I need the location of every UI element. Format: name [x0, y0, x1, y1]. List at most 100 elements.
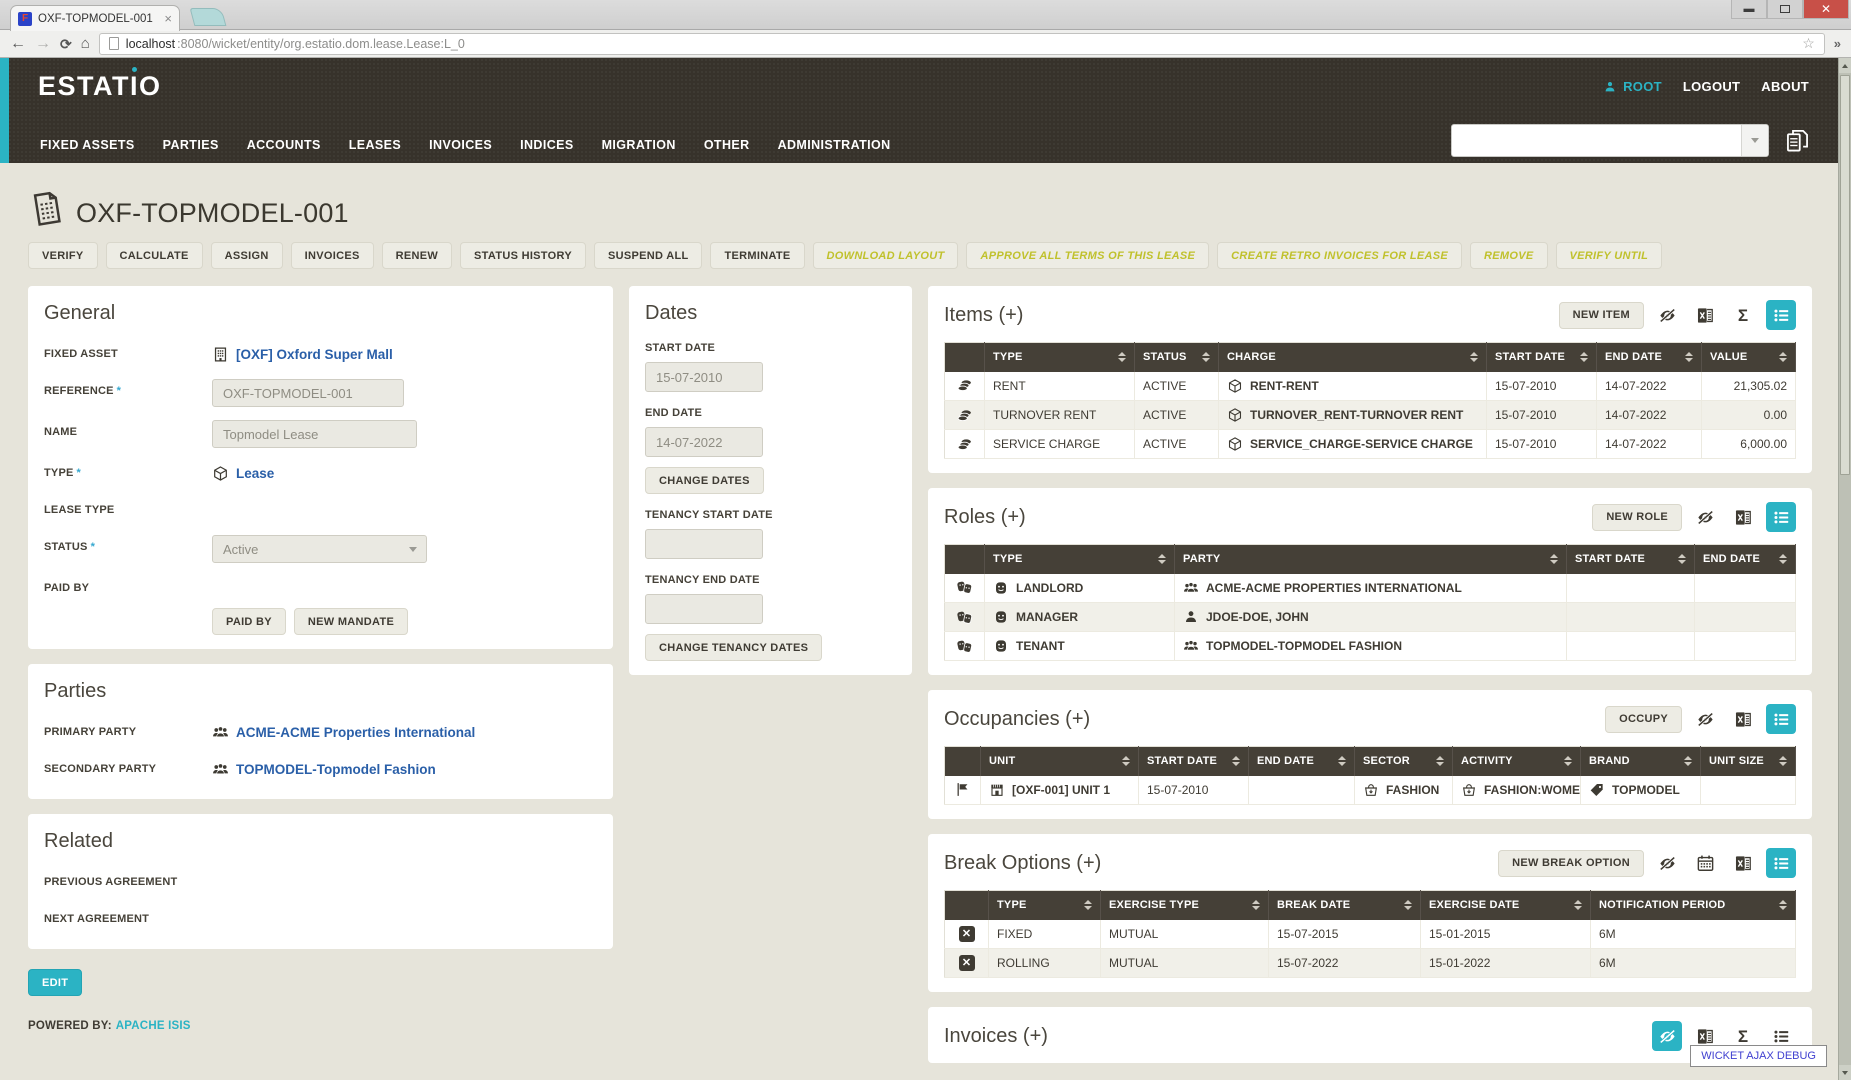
create-retro-invoices-button[interactable]: CREATE RETRO INVOICES FOR LEASE — [1217, 242, 1462, 269]
nav-other[interactable]: OTHER — [704, 138, 750, 152]
reload-icon[interactable]: ⟳ — [60, 37, 72, 51]
tab-close-icon[interactable]: × — [164, 12, 172, 25]
break-col-exercise-date[interactable]: EXERCISE DATE — [1421, 891, 1591, 920]
export-excel-icon[interactable] — [1728, 502, 1758, 532]
window-close-button[interactable]: ✕ — [1803, 0, 1849, 19]
items-col-status[interactable]: STATUS — [1135, 343, 1219, 372]
hide-table-icon[interactable] — [1652, 848, 1682, 878]
new-tab-button[interactable] — [190, 8, 227, 26]
back-icon[interactable]: ← — [10, 36, 26, 52]
role-row-icon[interactable] — [945, 603, 985, 632]
new-role-button[interactable]: NEW ROLE — [1592, 504, 1682, 531]
role-row-icon[interactable] — [945, 632, 985, 661]
break-col-notification-period[interactable]: NOTIFICATION PERIOD — [1591, 891, 1796, 920]
primary-party-link[interactable]: ACME-ACME Properties International — [212, 720, 475, 744]
hide-table-icon[interactable] — [1690, 502, 1720, 532]
occ-col-unit[interactable]: UNIT — [981, 747, 1139, 776]
scrollbar-thumb[interactable] — [1840, 75, 1850, 475]
occ-col-activity[interactable]: ACTIVITY — [1453, 747, 1581, 776]
export-excel-icon[interactable] — [1690, 300, 1720, 330]
change-dates-button[interactable]: CHANGE DATES — [645, 467, 764, 494]
bookmark-star-icon[interactable]: ☆ — [1802, 35, 1815, 52]
address-bar[interactable]: localhost:8080/wicket/entity/org.estatio… — [99, 33, 1825, 55]
role-row-icon[interactable] — [945, 574, 985, 603]
occ-col-sector[interactable]: SECTOR — [1355, 747, 1453, 776]
verify-until-button[interactable]: VERIFY UNTIL — [1556, 242, 1663, 269]
occ-col-brand[interactable]: BRAND — [1581, 747, 1701, 776]
approve-all-terms-button[interactable]: APPROVE ALL TERMS OF THIS LEASE — [966, 242, 1209, 269]
items-col-value[interactable]: VALUE — [1702, 343, 1796, 372]
logout-link[interactable]: LOGOUT — [1683, 79, 1740, 94]
roles-col-end-date[interactable]: END DATE — [1695, 545, 1796, 574]
about-link[interactable]: ABOUT — [1761, 79, 1809, 94]
show-list-icon[interactable] — [1766, 502, 1796, 532]
break-col-exercise-type[interactable]: EXERCISE TYPE — [1101, 891, 1269, 920]
items-col-type[interactable]: TYPE — [985, 343, 1135, 372]
window-maximize-button[interactable] — [1767, 0, 1803, 19]
break-col-break-date[interactable]: BREAK DATE — [1269, 891, 1421, 920]
user-menu[interactable]: ROOT — [1603, 79, 1662, 94]
copy-pages-icon[interactable] — [1784, 126, 1811, 156]
nav-invoices[interactable]: INVOICES — [429, 138, 492, 152]
forward-icon[interactable]: → — [35, 36, 51, 52]
estatio-logo[interactable]: ESTATIO — [38, 71, 162, 102]
scroll-up-icon[interactable] — [1839, 58, 1851, 73]
verify-button[interactable]: VERIFY — [28, 242, 98, 269]
occ-col-start-date[interactable]: START DATE — [1139, 747, 1249, 776]
terminate-button[interactable]: TERMINATE — [710, 242, 804, 269]
calendar-icon[interactable] — [1690, 848, 1720, 878]
nav-accounts[interactable]: ACCOUNTS — [247, 138, 321, 152]
paid-by-button[interactable]: PAID BY — [212, 608, 286, 635]
assign-button[interactable]: ASSIGN — [211, 242, 283, 269]
browser-tab[interactable]: F OXF-TOPMODEL-001 × — [10, 5, 180, 31]
page-scrollbar[interactable] — [1838, 58, 1851, 1080]
occupy-button[interactable]: OCCUPY — [1605, 706, 1682, 733]
show-list-icon[interactable] — [1766, 848, 1796, 878]
apache-isis-link[interactable]: APACHE ISIS — [116, 1020, 191, 1032]
edit-button[interactable]: EDIT — [28, 969, 82, 996]
renew-button[interactable]: RENEW — [382, 242, 452, 269]
remove-button[interactable]: REMOVE — [1470, 242, 1547, 269]
roles-col-start-date[interactable]: START DATE — [1567, 545, 1695, 574]
item-row-icon[interactable] — [945, 401, 985, 430]
nav-fixed-assets[interactable]: FIXED ASSETS — [40, 138, 135, 152]
fixed-asset-link[interactable]: [OXF] Oxford Super Mall — [212, 342, 393, 366]
calculate-button[interactable]: CALCULATE — [106, 242, 203, 269]
new-break-option-button[interactable]: NEW BREAK OPTION — [1498, 850, 1644, 877]
new-mandate-button[interactable]: NEW MANDATE — [294, 608, 408, 635]
hide-table-icon[interactable] — [1652, 1021, 1682, 1051]
show-list-icon[interactable] — [1766, 704, 1796, 734]
home-icon[interactable]: ⌂ — [81, 35, 90, 52]
scroll-down-icon[interactable] — [1839, 1065, 1851, 1080]
search-dropdown-button[interactable] — [1741, 125, 1768, 156]
nav-administration[interactable]: ADMINISTRATION — [778, 138, 891, 152]
invoices-button[interactable]: INVOICES — [291, 242, 374, 269]
new-item-button[interactable]: NEW ITEM — [1559, 302, 1644, 329]
type-link[interactable]: Lease — [212, 461, 274, 485]
global-search-combobox[interactable] — [1451, 124, 1769, 157]
break-col-type[interactable]: TYPE — [989, 891, 1101, 920]
occupancy-row-icon[interactable] — [945, 776, 981, 805]
roles-col-party[interactable]: PARTY — [1175, 545, 1567, 574]
export-excel-icon[interactable] — [1728, 848, 1758, 878]
secondary-party-link[interactable]: TOPMODEL-Topmodel Fashion — [212, 757, 436, 781]
roles-col-type[interactable]: TYPE — [985, 545, 1175, 574]
nav-parties[interactable]: PARTIES — [163, 138, 219, 152]
items-col-charge[interactable]: CHARGE — [1219, 343, 1487, 372]
download-layout-button[interactable]: DOWNLOAD LAYOUT — [813, 242, 959, 269]
occ-col-end-date[interactable]: END DATE — [1249, 747, 1355, 776]
change-tenancy-dates-button[interactable]: CHANGE TENANCY DATES — [645, 634, 822, 661]
suspend-all-button[interactable]: SUSPEND ALL — [594, 242, 703, 269]
overflow-chevrons-icon[interactable]: » — [1834, 36, 1841, 51]
items-col-end-date[interactable]: END DATE — [1597, 343, 1702, 372]
nav-leases[interactable]: LEASES — [349, 138, 401, 152]
search-input[interactable] — [1452, 125, 1741, 156]
nav-migration[interactable]: MIGRATION — [602, 138, 676, 152]
sum-totals-icon[interactable]: Σ — [1728, 300, 1758, 330]
item-row-icon[interactable] — [945, 430, 985, 459]
nav-indices[interactable]: INDICES — [520, 138, 574, 152]
items-col-start-date[interactable]: START DATE — [1487, 343, 1597, 372]
hide-table-icon[interactable] — [1690, 704, 1720, 734]
export-excel-icon[interactable] — [1728, 704, 1758, 734]
item-row-icon[interactable] — [945, 372, 985, 401]
